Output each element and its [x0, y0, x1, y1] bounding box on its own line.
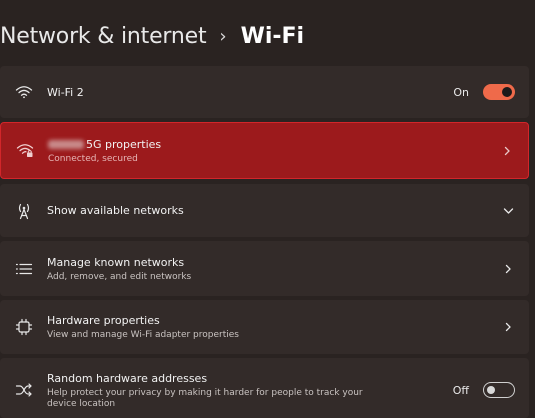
wifi-toggle-row[interactable]: Wi-Fi 2 On	[0, 66, 529, 118]
chevron-right-icon	[502, 321, 514, 333]
random-hardware-addresses-description: Help protect your privacy by making it h…	[47, 388, 363, 398]
page-title: Wi-Fi	[240, 23, 305, 49]
wifi-secured-icon	[15, 141, 35, 161]
shuffle-icon	[14, 380, 34, 400]
manage-known-networks-description: Add, remove, and edit networks	[47, 271, 192, 282]
toggle-knob	[502, 87, 512, 97]
wifi-toggle-label: On	[453, 85, 469, 99]
chevron-right-icon	[502, 263, 514, 275]
random-hardware-addresses-label: Random hardware addresses	[47, 372, 208, 385]
breadcrumb-parent[interactable]: Network & internet	[0, 24, 207, 49]
random-addresses-toggle-label: Off	[452, 383, 469, 397]
network-properties-row[interactable]: 5G properties Connected, secured	[0, 122, 529, 179]
connection-status: Connected, secured	[48, 153, 138, 164]
network-properties-title: 5G properties	[86, 137, 162, 151]
breadcrumb: Network & internet › Wi-Fi	[0, 18, 304, 54]
show-available-networks-label: Show available networks	[47, 204, 184, 217]
random-hardware-addresses-row[interactable]: Random hardware addresses Help protect y…	[0, 358, 529, 418]
random-addresses-toggle-switch[interactable]	[483, 382, 515, 398]
manage-known-networks-label: Manage known networks	[47, 255, 185, 269]
wifi-icon	[14, 82, 34, 102]
wifi-toggle-container[interactable]: On	[453, 84, 515, 100]
wifi-toggle-switch[interactable]	[483, 84, 515, 100]
hardware-properties-description: View and manage Wi-Fi adapter properties	[47, 330, 239, 340]
breadcrumb-separator: ›	[219, 25, 227, 47]
antenna-icon	[14, 201, 34, 221]
wifi-adapter-label: Wi-Fi 2	[47, 85, 84, 99]
random-hardware-addresses-description-line2: device location	[47, 399, 116, 409]
hardware-properties-label: Hardware properties	[47, 314, 160, 327]
list-icon	[14, 259, 34, 279]
show-available-networks-row[interactable]: Show available networks	[0, 184, 529, 237]
toggle-knob	[487, 385, 495, 394]
chevron-right-icon	[501, 145, 513, 157]
random-addresses-toggle-container[interactable]: Off	[453, 382, 515, 398]
manage-known-networks-row[interactable]: Manage known networks Add, remove, and e…	[0, 241, 529, 296]
hardware-properties-row[interactable]: Hardware properties View and manage Wi-F…	[0, 300, 529, 354]
network-name-redacted	[48, 140, 84, 149]
chevron-down-icon	[502, 205, 514, 217]
chip-icon	[14, 317, 34, 337]
